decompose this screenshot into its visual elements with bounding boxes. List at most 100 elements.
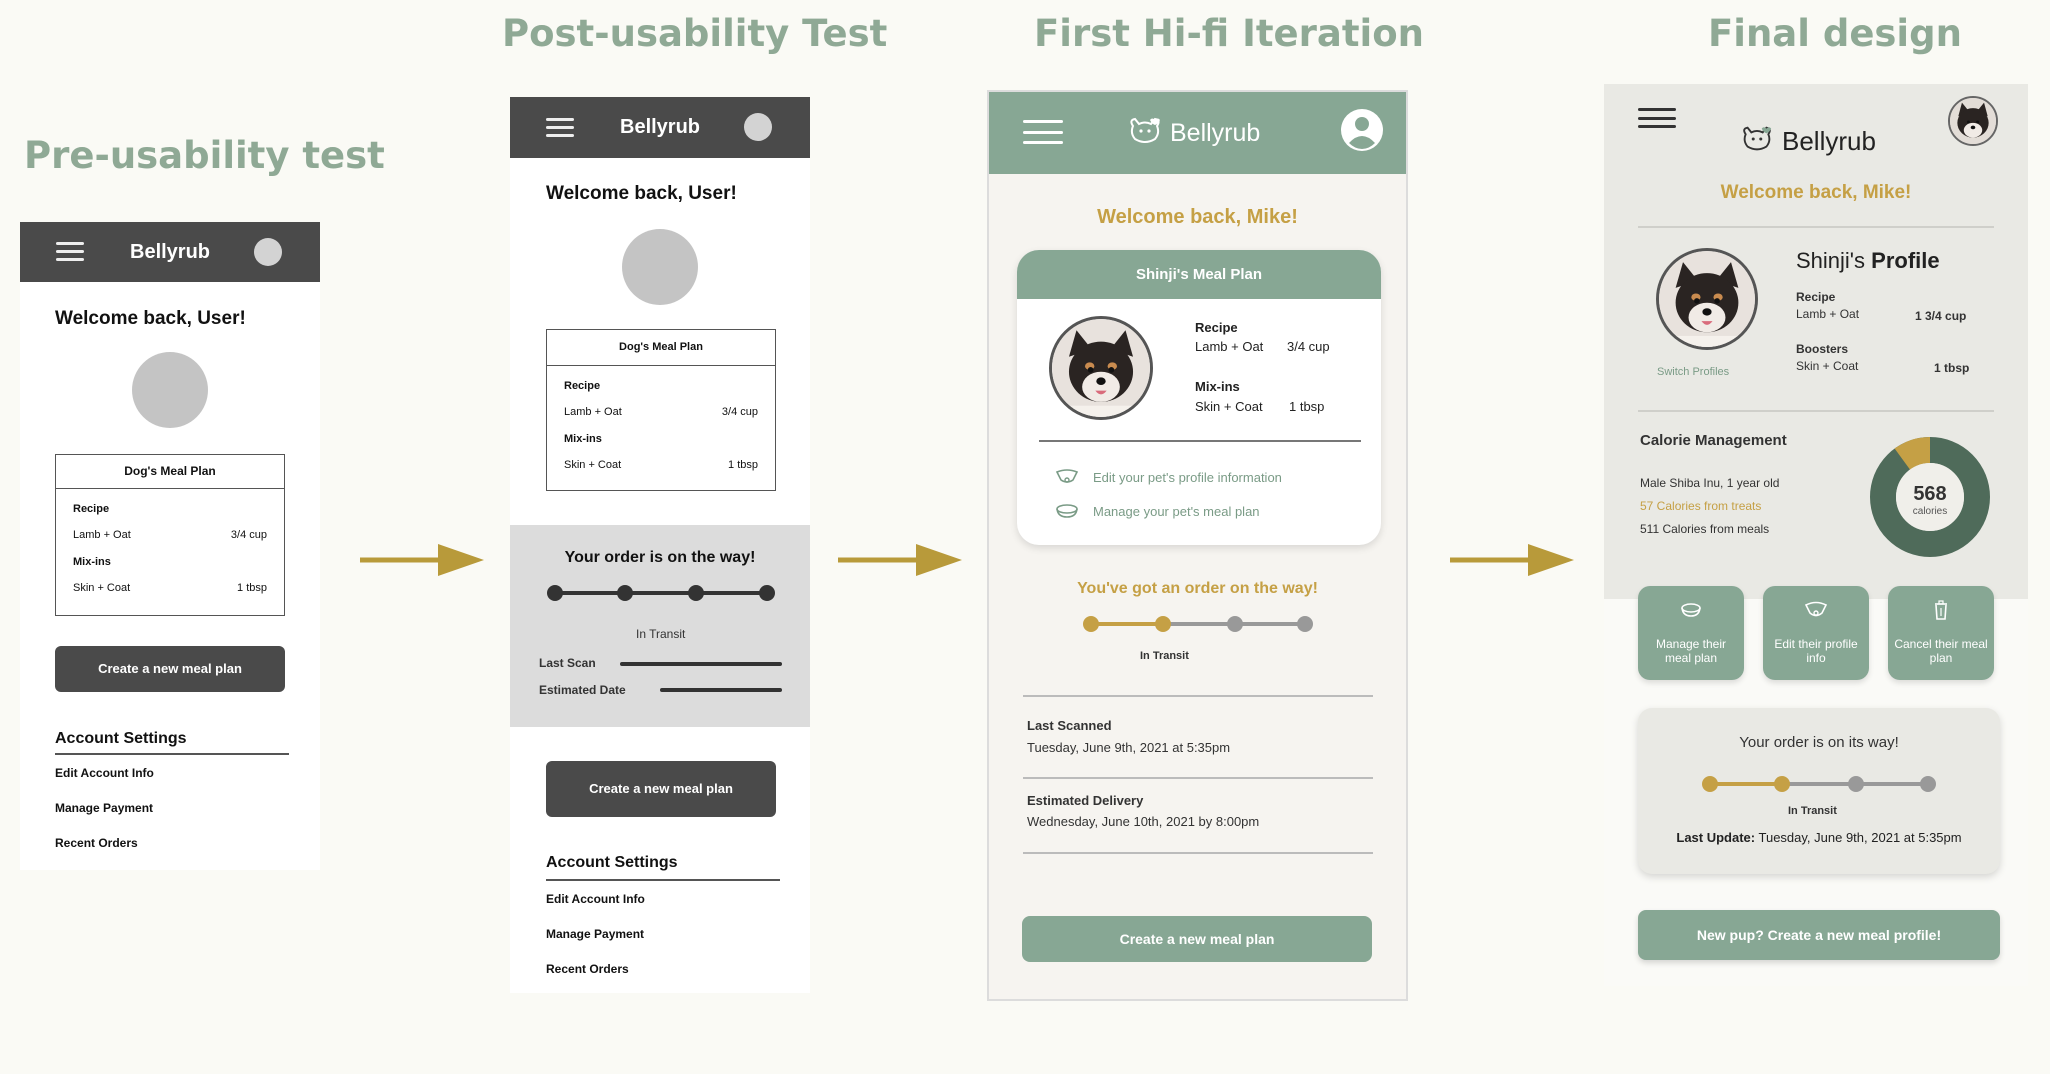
stage-title-final: Final design (1708, 12, 1962, 55)
edit-profile-button[interactable]: Edit their profile info (1763, 586, 1869, 680)
order-status: In Transit (1140, 650, 1189, 662)
order-status: In Transit (1788, 805, 1837, 817)
arrow-right-icon (1450, 544, 1574, 576)
order-status: In Transit (636, 627, 686, 641)
mixins-label: Mix-ins (1195, 379, 1240, 394)
treat-arc (1894, 437, 1931, 470)
boosters-label: Boosters (1796, 342, 1849, 356)
edit-account-link[interactable]: Edit Account Info (546, 892, 645, 906)
calorie-heading: Calorie Management (1640, 432, 1787, 449)
bowl-icon (1056, 504, 1078, 518)
progress-step (1920, 776, 1936, 792)
divider (1023, 777, 1373, 779)
progress-track (547, 585, 775, 601)
manage-meal-plan-button[interactable]: Manage their meal plan (1638, 586, 1744, 680)
mixins-label: Mix-ins (564, 433, 602, 445)
estimated-date-label: Estimated Date (539, 683, 626, 697)
app-title: Bellyrub (1170, 119, 1261, 147)
mixin-qty: 1 tbsp (237, 582, 267, 594)
welcome-text: Welcome back, User! (546, 183, 737, 204)
dog-photo (1656, 248, 1758, 350)
cancel-meal-plan-button[interactable]: Cancel their meal plan (1888, 586, 1994, 680)
arrow-right-icon (360, 544, 484, 576)
account-settings-heading: Account Settings (55, 730, 187, 747)
calorie-total: 568 (1913, 483, 1946, 505)
last-update-label: Last Update: (1676, 830, 1756, 845)
progress-step (1227, 616, 1243, 632)
manage-meal-plan-label: Manage their meal plan (1655, 637, 1727, 665)
meal-calories: 511 Calories from meals (1640, 522, 1770, 536)
order-title: Your order is on the way! (564, 549, 756, 566)
pet-avatar (622, 229, 698, 305)
order-title: Your order is on its way! (1739, 734, 1899, 751)
menu-icon[interactable] (1023, 120, 1063, 144)
final-design-screen: Bellyrub Welcome back, Mike! Switch Prof… (1604, 84, 2028, 986)
user-profile-icon[interactable] (1341, 109, 1383, 151)
manage-meal-plan-link[interactable]: Manage your pet's meal plan (1093, 504, 1260, 519)
recipe-label: Recipe (1796, 290, 1836, 304)
divider (1638, 410, 1994, 412)
avatar[interactable] (1948, 96, 1998, 146)
progress-step (1297, 616, 1313, 632)
mixin-qty: 1 tbsp (1289, 399, 1325, 414)
menu-icon[interactable] (1638, 108, 1676, 128)
divider (1638, 226, 1994, 228)
stage-title-hifi: First Hi-fi Iteration (1034, 12, 1424, 55)
pre-usability-screen: Bellyrub Welcome back, User! Dog's Meal … (20, 222, 320, 870)
profile-title: Shinji's Profile (1796, 248, 1940, 274)
treat-calories: 57 Calories from treats (1640, 499, 1762, 513)
breed-text: Male Shiba Inu, 1 year old (1640, 476, 1780, 490)
progress-step (688, 585, 704, 601)
trash-icon (1935, 600, 1947, 620)
progress-track (1702, 776, 1938, 792)
post-usability-screen: Bellyrub Welcome back, User! Dog's Meal … (510, 97, 810, 993)
pet-name: Shinji's (1796, 248, 1866, 273)
menu-icon[interactable] (546, 118, 574, 137)
divider (55, 753, 289, 755)
menu-icon[interactable] (56, 242, 84, 261)
progress-track (1083, 616, 1313, 632)
welcome-text: Welcome back, Mike! (1720, 182, 1912, 203)
switch-profiles-link[interactable]: Switch Profiles (1657, 366, 1729, 378)
account-settings-heading: Account Settings (546, 854, 678, 871)
mixin-item: Skin + Coat (564, 459, 622, 471)
recent-orders-link[interactable]: Recent Orders (55, 836, 138, 850)
recipe-item: Lamb + Oat (564, 406, 622, 418)
bowl-icon (1681, 603, 1701, 617)
pet-avatar (132, 352, 208, 428)
progress-step (1083, 616, 1099, 632)
progress-step (1702, 776, 1718, 792)
progress-step (1774, 776, 1790, 792)
meal-plan-card: Shinji's Meal Plan Recipe Lamb + Oat 3/4… (1017, 250, 1381, 545)
collar-icon (1804, 601, 1828, 617)
avatar[interactable] (744, 113, 772, 141)
order-tracker: Your order is on the way! In Transit Las… (510, 525, 810, 727)
manage-payment-link[interactable]: Manage Payment (546, 927, 644, 941)
edit-account-link[interactable]: Edit Account Info (55, 766, 154, 780)
calorie-donut-chart: 568 calories (1870, 437, 1990, 557)
mixins-label: Mix-ins (73, 556, 111, 568)
progress-step (759, 585, 775, 601)
order-title: You've got an order on the way! (1077, 580, 1318, 597)
recent-orders-link[interactable]: Recent Orders (546, 962, 629, 976)
mixin-item: Skin + Coat (1195, 399, 1263, 414)
booster-qty: 1 tbsp (1934, 361, 1970, 375)
recipe-label: Recipe (73, 503, 110, 515)
welcome-text: Welcome back, User! (55, 308, 246, 329)
create-meal-plan-button[interactable]: Create a new meal plan (55, 646, 285, 692)
manage-payment-link[interactable]: Manage Payment (55, 801, 153, 815)
recipe-label: Recipe (564, 380, 601, 392)
recipe-item: Lamb + Oat (1796, 307, 1860, 321)
avatar[interactable] (254, 238, 282, 266)
create-meal-plan-button[interactable]: Create a new meal plan (546, 761, 776, 817)
last-scanned-label: Last Scanned (1027, 718, 1112, 733)
divider (1023, 852, 1373, 854)
progress-step (547, 585, 563, 601)
progress-step (1155, 616, 1171, 632)
create-meal-plan-button[interactable]: Create a new meal plan (1022, 916, 1372, 962)
recipe-item: Lamb + Oat (73, 529, 131, 541)
new-meal-profile-button[interactable]: New pup? Create a new meal profile! (1638, 910, 2000, 960)
divider (1023, 695, 1373, 697)
est-delivery-label: Estimated Delivery (1027, 793, 1144, 808)
edit-pet-profile-link[interactable]: Edit your pet's profile information (1093, 470, 1282, 485)
